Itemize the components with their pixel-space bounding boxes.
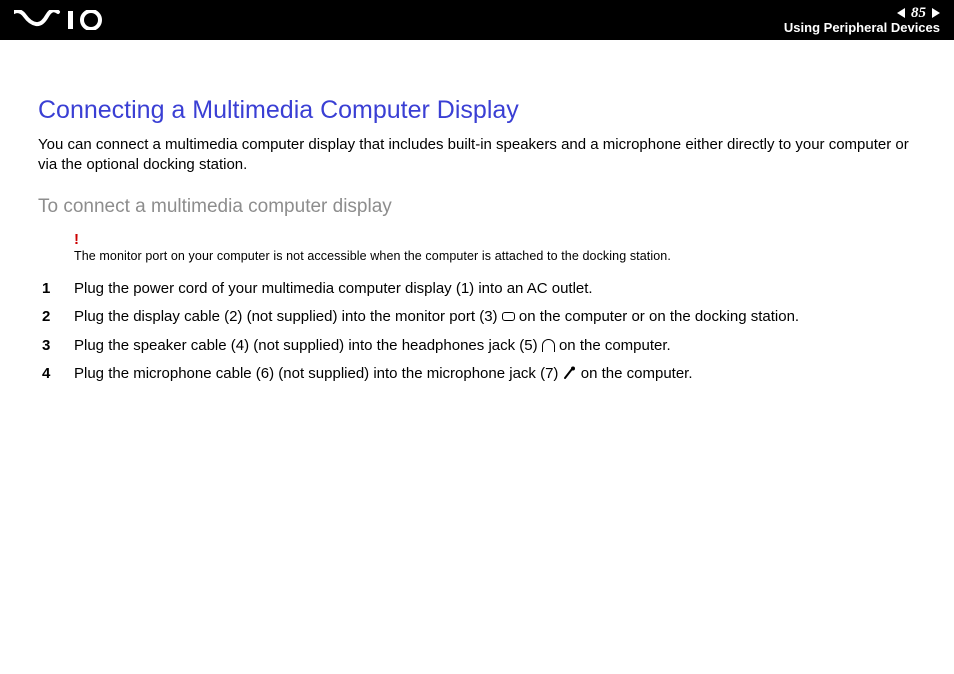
microphone-jack-icon — [563, 366, 577, 380]
step-text: Plug the display cable (2) (not supplied… — [74, 308, 502, 325]
procedure-heading: To connect a multimedia computer display — [38, 196, 916, 218]
page-content: Connecting a Multimedia Computer Display… — [0, 40, 954, 389]
page-header: 85 Using Peripheral Devices — [0, 0, 954, 40]
step-2: Plug the display cable (2) (not supplied… — [74, 303, 916, 332]
warning-block: ! The monitor port on your computer is n… — [74, 232, 916, 263]
step-text: Plug the microphone cable (6) (not suppl… — [74, 365, 563, 382]
warning-text: The monitor port on your computer is not… — [74, 249, 916, 263]
next-page-icon[interactable] — [932, 8, 940, 18]
step-text: Plug the power cord of your multimedia c… — [74, 280, 593, 297]
section-title: Using Peripheral Devices — [784, 21, 940, 35]
step-text: on the computer. — [577, 365, 693, 382]
monitor-port-icon — [502, 312, 515, 321]
step-3: Plug the speaker cable (4) (not supplied… — [74, 332, 916, 361]
steps-list: Plug the power cord of your multimedia c… — [74, 275, 916, 389]
step-text: on the computer. — [555, 337, 671, 354]
step-text: on the computer or on the docking statio… — [515, 308, 799, 325]
intro-text: You can connect a multimedia computer di… — [38, 135, 916, 176]
prev-page-icon[interactable] — [897, 8, 905, 18]
step-4: Plug the microphone cable (6) (not suppl… — [74, 360, 916, 389]
step-1: Plug the power cord of your multimedia c… — [74, 275, 916, 304]
warning-icon: ! — [74, 232, 916, 247]
headphones-jack-icon — [542, 339, 555, 351]
header-right: 85 Using Peripheral Devices — [784, 5, 940, 35]
page-title: Connecting a Multimedia Computer Display — [38, 96, 916, 125]
vaio-logo — [14, 10, 110, 30]
step-text: Plug the speaker cable (4) (not supplied… — [74, 337, 542, 354]
